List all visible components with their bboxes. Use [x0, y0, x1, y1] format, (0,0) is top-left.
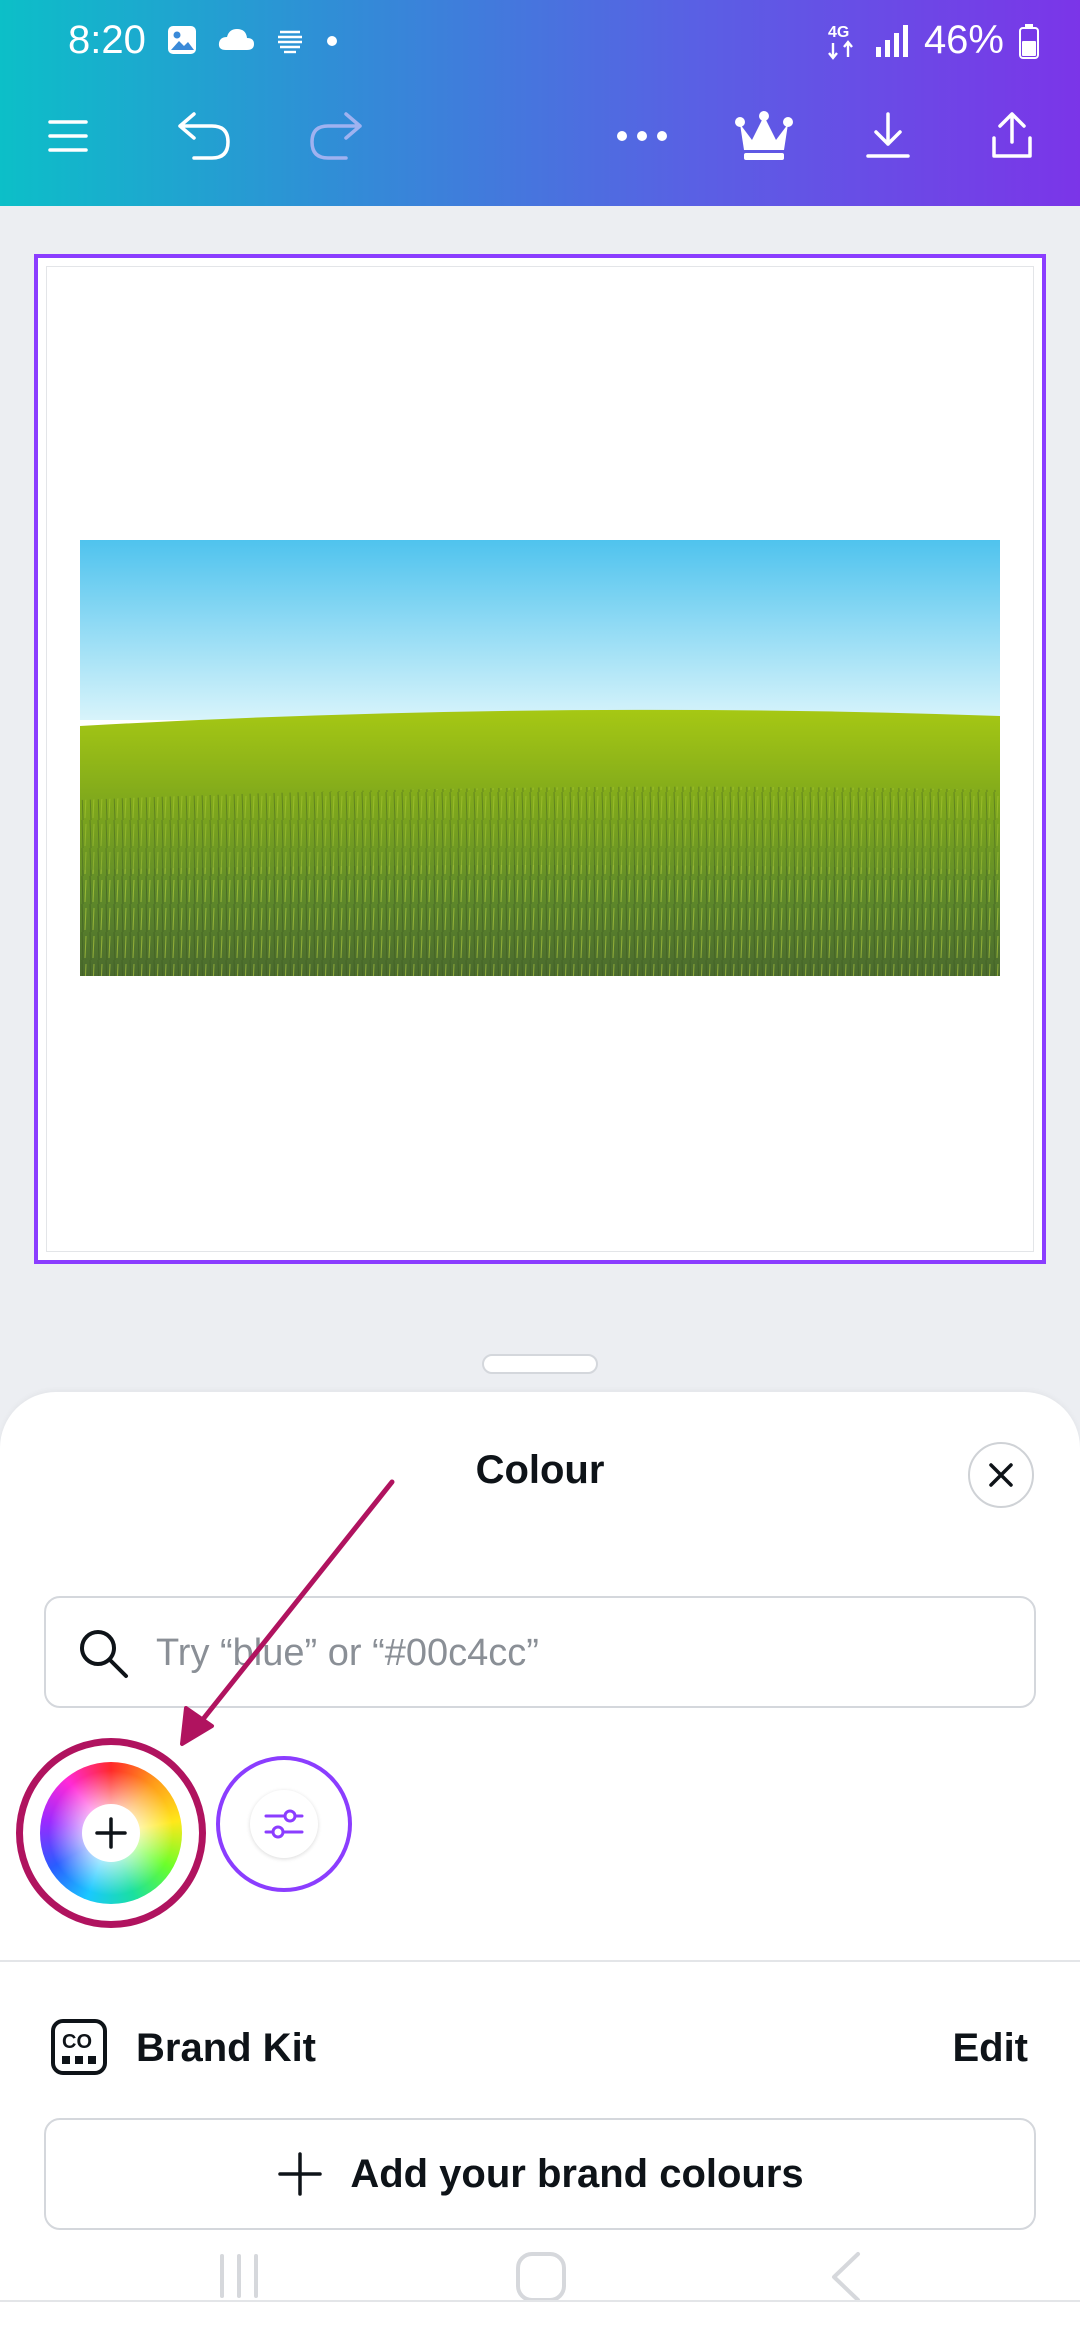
- add-colour-center[interactable]: [82, 1804, 140, 1862]
- colour-search: [44, 1596, 1036, 1708]
- share-icon: [992, 112, 1032, 158]
- data-saver-icon: [278, 30, 302, 54]
- add-brand-colours-button[interactable]: Add your brand colours: [44, 2118, 1036, 2230]
- plus-icon: [278, 2152, 323, 2196]
- section-divider: [0, 1960, 1080, 1962]
- bottom-edge: [0, 2300, 1080, 2302]
- edit-brand-kit-button[interactable]: Edit: [952, 2026, 1028, 2071]
- menu-icon: [48, 120, 88, 152]
- notification-icons: [166, 24, 340, 56]
- redo-button[interactable]: [296, 96, 376, 176]
- add-brand-colours-label: Add your brand colours: [350, 2151, 804, 2196]
- close-icon: [989, 1463, 1013, 1487]
- cloud-icon: [218, 29, 254, 50]
- network-icon: 4G: [828, 24, 853, 60]
- plus-icon: [95, 1817, 127, 1849]
- more-options-button[interactable]: [602, 96, 682, 176]
- search-icon: [80, 1630, 128, 1678]
- svg-text:CO: CO: [62, 2031, 92, 2053]
- premium-button[interactable]: [724, 96, 804, 176]
- brand-kit-row: CO Brand Kit Edit: [0, 2004, 1080, 2094]
- editor-toolbar: [0, 96, 1080, 192]
- sheet-drag-handle[interactable]: [482, 1354, 598, 1374]
- battery-level: 46%: [923, 18, 1004, 62]
- back-icon[interactable]: [826, 2250, 866, 2304]
- top-bar: 8:20 4G 46%: [0, 0, 1080, 206]
- field-photo[interactable]: [80, 540, 1000, 976]
- home-icon[interactable]: [514, 2250, 568, 2304]
- gallery-icon: [168, 26, 196, 54]
- status-bar: 8:20 4G 46%: [0, 0, 1080, 88]
- system-nav-bar: [0, 2240, 1080, 2320]
- share-button[interactable]: [972, 96, 1052, 176]
- more-icon: [617, 131, 667, 141]
- brand-kit-title: Brand Kit: [136, 2026, 316, 2070]
- menu-button[interactable]: [28, 96, 108, 176]
- panel-title: Colour: [475, 1448, 605, 1492]
- status-right: 4G 46%: [826, 18, 1040, 63]
- undo-icon: [178, 112, 230, 160]
- signal-icon: [875, 24, 908, 57]
- close-button[interactable]: [968, 1442, 1034, 1508]
- redo-icon: [310, 112, 362, 160]
- adjust-icon-holder: [250, 1790, 318, 1858]
- brand-kit-icon: CO: [51, 2019, 107, 2075]
- battery-icon: [1019, 23, 1039, 59]
- recents-icon[interactable]: [214, 2250, 264, 2302]
- status-time: 8:20: [68, 18, 146, 62]
- undo-button[interactable]: [164, 96, 244, 176]
- sliders-icon: [264, 1809, 304, 1839]
- colour-panel: Colour Try “blue” or “#00c4cc” CO Brand …: [0, 1392, 1080, 2340]
- search-input[interactable]: [156, 1618, 1006, 1688]
- dot-icon: [327, 36, 337, 46]
- colour-adjust-button[interactable]: [216, 1756, 352, 1892]
- download-button[interactable]: [848, 96, 928, 176]
- download-icon: [866, 112, 910, 158]
- svg-text:4G: 4G: [828, 24, 849, 41]
- crown-icon: [735, 111, 793, 160]
